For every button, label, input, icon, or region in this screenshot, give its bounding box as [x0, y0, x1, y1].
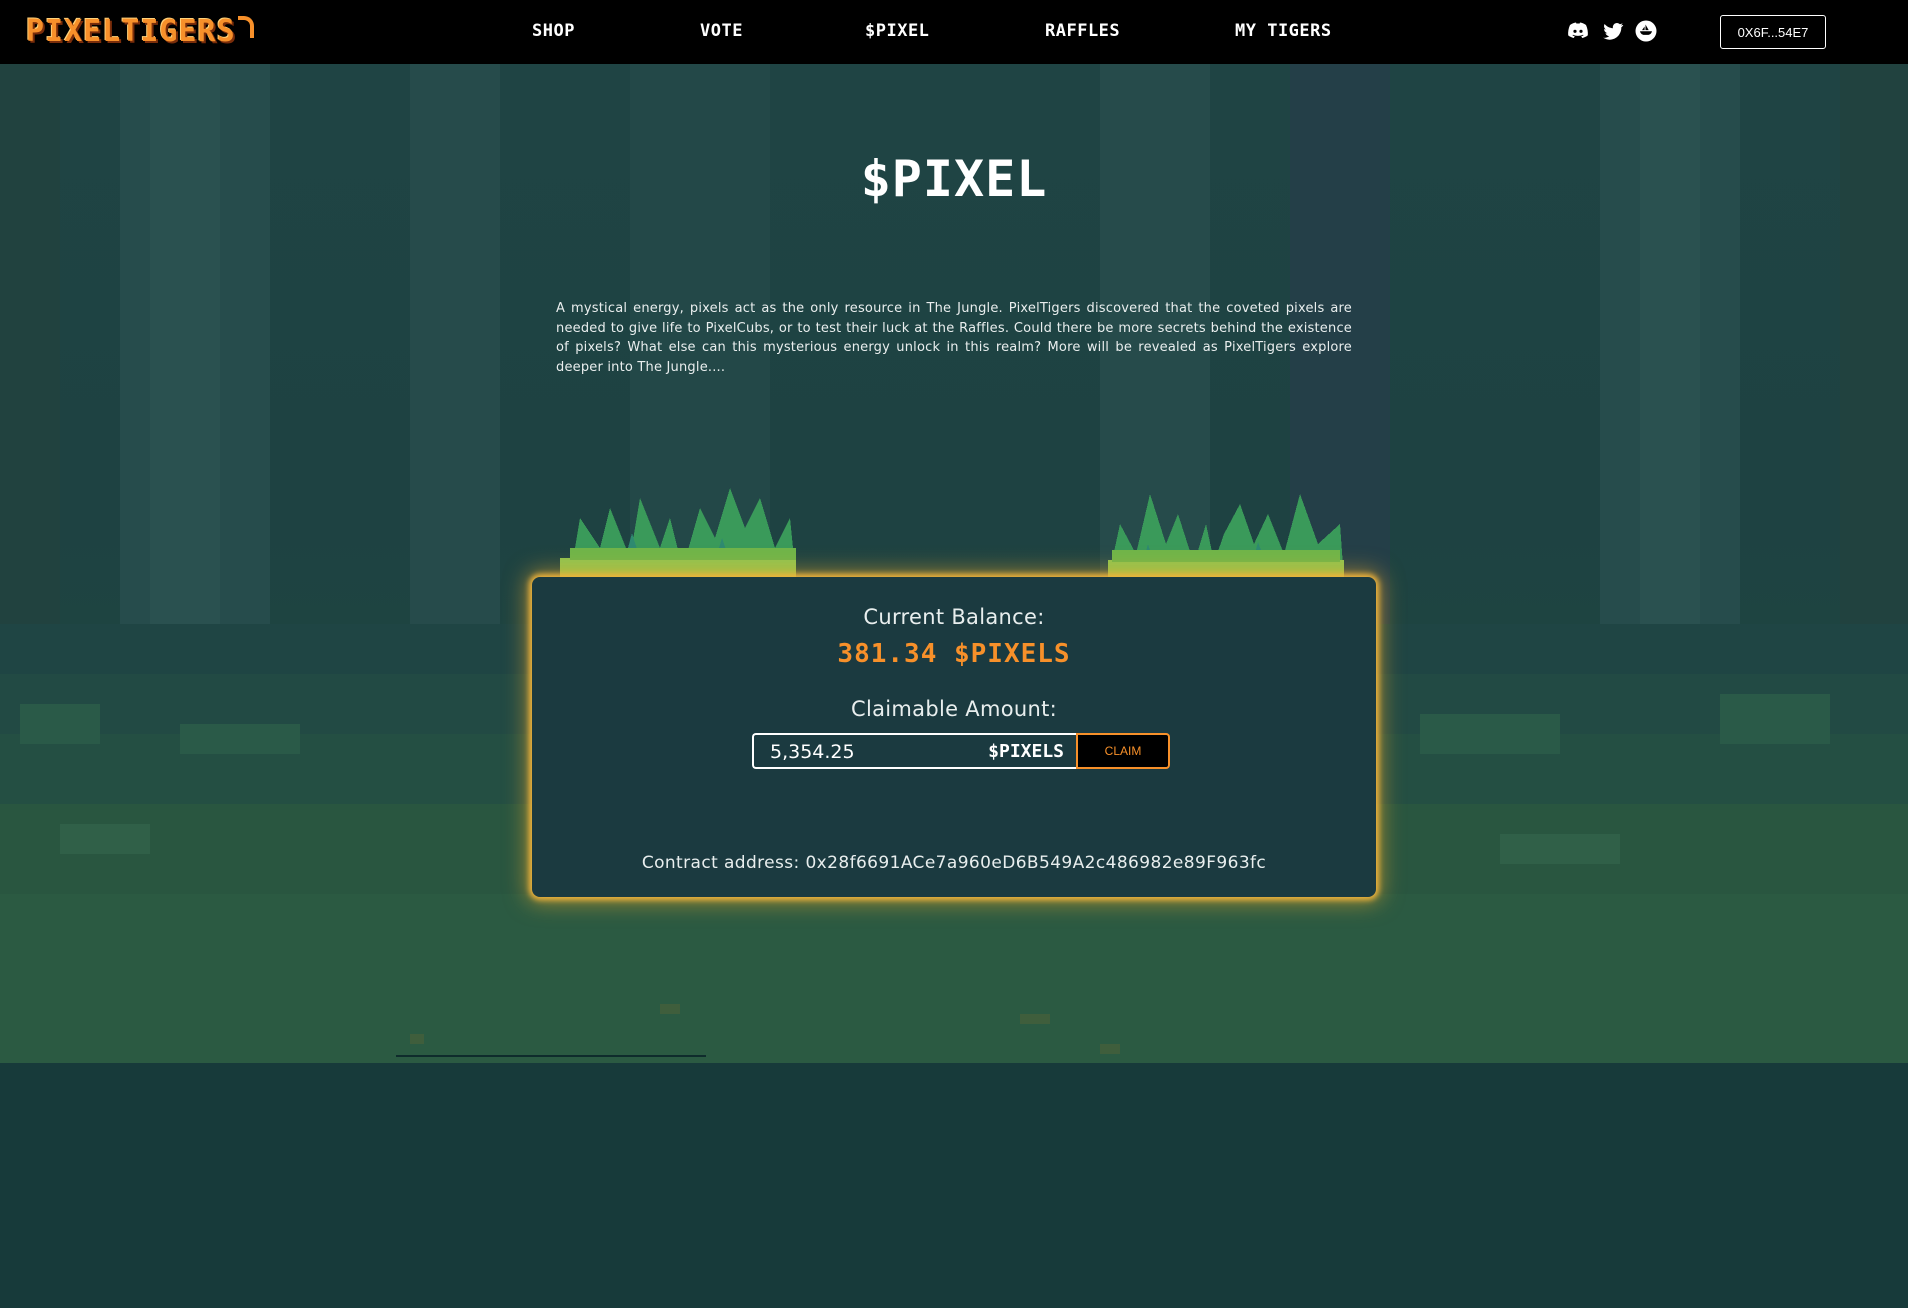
- discord-icon[interactable]: [1566, 19, 1590, 43]
- twitter-icon[interactable]: [1601, 19, 1625, 43]
- claimable-amount-label: Claimable Amount:: [851, 697, 1057, 721]
- current-balance-label: Current Balance:: [863, 605, 1045, 629]
- logo-tail-icon: [237, 16, 254, 38]
- claim-amount-input[interactable]: [770, 739, 970, 765]
- nav-raffles[interactable]: RAFFLES: [1045, 18, 1120, 44]
- current-balance-value: 381.34 $PIXELS: [837, 639, 1071, 669]
- intro-paragraph: A mystical energy, pixels act as the onl…: [556, 301, 1352, 375]
- opensea-icon[interactable]: [1634, 19, 1658, 43]
- claim-unit-label: $PIXELS: [988, 741, 1064, 762]
- wallet-address-button[interactable]: 0X6F...54E7: [1720, 15, 1826, 49]
- nav-my-tigers[interactable]: MY TIGERS: [1235, 18, 1332, 44]
- claim-row: $PIXELS CLAIM: [752, 733, 1170, 769]
- balance-panel: Current Balance: 381.34 $PIXELS Claimabl…: [532, 577, 1376, 897]
- pixeltigers-logo[interactable]: PIXELTIGERS: [26, 12, 254, 52]
- nav-shop[interactable]: SHOP: [532, 18, 575, 44]
- left-fern-leaves: [560, 488, 796, 580]
- page-title: $PIXEL: [860, 150, 1048, 208]
- ground-area: [0, 1063, 1908, 1308]
- right-fern-leaves: [1108, 494, 1344, 580]
- jungle-background: [0, 64, 1908, 1064]
- divider-line: [396, 1055, 706, 1057]
- top-navigation-bar: PIXELTIGERS SHOP VOTE $PIXEL RAFFLES MY …: [0, 0, 1908, 64]
- claim-button[interactable]: CLAIM: [1076, 733, 1170, 769]
- logo-text: PIXELTIGERS: [26, 14, 236, 49]
- claim-amount-field: $PIXELS: [752, 733, 1076, 769]
- nav-vote[interactable]: VOTE: [700, 18, 743, 44]
- contract-address: Contract address: 0x28f6691ACe7a960eD6B5…: [641, 853, 1267, 873]
- nav-pixel[interactable]: $PIXEL: [865, 18, 929, 44]
